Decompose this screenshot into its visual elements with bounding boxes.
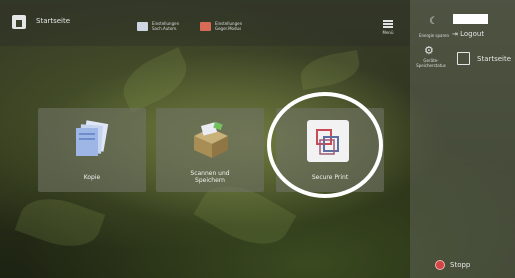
hamburger-icon [383,20,393,28]
copy-icon [76,120,109,156]
tile-scan-save-label: Scannen und Speichern [156,170,264,184]
device-status-line: Speicherstatus [416,63,446,68]
moon-icon[interactable]: ☾ [429,16,438,27]
background-leaf [297,50,363,90]
shortcut-mode-settings-text: Einstellungen Geger.Modus [215,21,242,31]
top-bar: Startseite Einstellungen Sach.Autom. Ein… [0,0,410,46]
shortcut-line: Sach.Autom. [152,26,178,31]
highlight-circle [267,92,383,198]
user-name-bar [453,14,488,24]
home-label[interactable]: Startseite [36,17,70,25]
shortcut-line: Geger.Modus [215,26,242,31]
home-icon[interactable] [457,52,470,65]
right-panel: ☾ Energie sparen ⇥ Logout ⚙ Geräte- Spei… [410,0,515,278]
tile-label-line: Scannen und [190,170,230,177]
printer-icon [200,21,211,31]
device-status-label[interactable]: Geräte- Speicherstatus [412,58,450,68]
menu-label: Menü [382,30,394,35]
logout-icon: ⇥ [452,30,458,38]
logout-button[interactable]: ⇥ Logout [452,30,484,38]
home-icon[interactable] [12,15,26,29]
tile-copy[interactable]: Kopie [38,108,146,192]
stop-button[interactable]: Stopp [435,260,470,270]
scan-save-icon [194,121,228,158]
energy-save-label[interactable]: Energie sparen [412,33,456,38]
shortcut-mode-settings[interactable]: Einstellungen Geger.Modus [200,21,242,31]
background-leaf [14,187,106,258]
document-icon [137,21,148,31]
tile-copy-label: Kopie [83,174,101,181]
menu-button[interactable]: Menü [380,20,396,35]
stop-icon [435,260,445,270]
printer-home-screen: Startseite Einstellungen Sach.Autom. Ein… [0,0,515,278]
logout-label: Logout [460,30,485,38]
tile-label-line: Speichern [195,177,225,184]
gear-icon[interactable]: ⚙ [424,44,434,57]
shortcut-auto-settings[interactable]: Einstellungen Sach.Autom. [137,21,179,31]
home-label[interactable]: Startseite [477,55,511,63]
background-leaf [114,47,196,113]
tile-scan-save[interactable]: Scannen und Speichern [156,108,264,192]
stop-label: Stopp [450,261,471,269]
shortcut-auto-settings-text: Einstellungen Sach.Autom. [152,21,179,31]
